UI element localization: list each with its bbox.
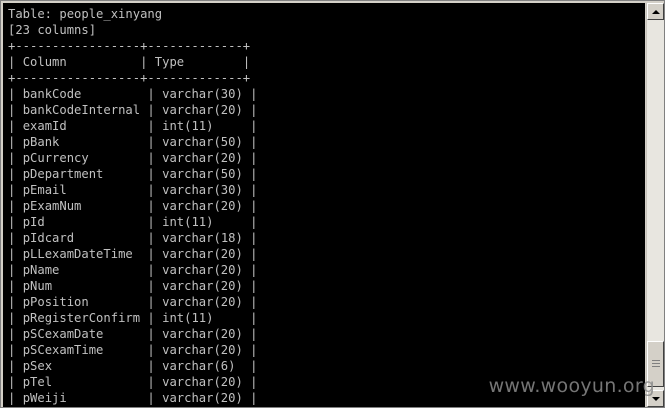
column-name-cell: pEmail (22, 183, 67, 197)
type-header: Type (154, 55, 185, 69)
column-name-cell: examId (22, 119, 67, 133)
table-row: | bankCode | varchar(30) | (8, 87, 258, 101)
table-row: | pDepartment | varchar(50) | (8, 167, 258, 181)
table-row: | pWeiji | varchar(20) | (8, 391, 258, 405)
arrow-up-icon (651, 9, 660, 14)
grip-line (652, 360, 660, 361)
column-type-cell: varchar(30) (162, 87, 243, 101)
table-row: | pLLexamDateTime | varchar(20) | (8, 247, 258, 261)
column-name-cell: pWeiji (22, 391, 67, 405)
column-type-cell: varchar(20) (162, 103, 243, 117)
column-name-cell: pName (22, 263, 60, 277)
table-row: | pRegisterConfirm | int(11) | (8, 311, 258, 325)
column-type-cell: int(11) (162, 119, 214, 133)
column-name-cell: pLLexamDateTime (22, 247, 133, 261)
table-row: | pCurrency | varchar(20) | (8, 151, 258, 165)
table-row: | pIdcard | varchar(18) | (8, 231, 258, 245)
table-row: | pEmail | varchar(30) | (8, 183, 258, 197)
column-type-cell: varchar(20) (162, 247, 243, 261)
column-type-cell: varchar(18) (162, 231, 243, 245)
column-type-cell: varchar(20) (162, 263, 243, 277)
table-row: | pExamNum | varchar(20) | (8, 199, 258, 213)
table-row: | pBank | varchar(50) | (8, 135, 258, 149)
column-type-cell: varchar(20) (162, 151, 243, 165)
table-row: | bankCodeInternal | varchar(20) | (8, 103, 258, 117)
column-header: Column (22, 55, 67, 69)
column-name-cell: pNum (22, 279, 53, 293)
column-type-cell: varchar(20) (162, 391, 243, 405)
column-name-cell: pExamNum (22, 199, 82, 213)
table-row: | pId | int(11) | (8, 215, 258, 229)
table-row: | pSex | varchar(6) | (8, 359, 258, 373)
column-type-cell: int(11) (162, 311, 214, 325)
table-border-top: +-----------------+-------------+ (8, 39, 251, 53)
table-row: | examId | int(11) | (8, 119, 258, 133)
column-name-cell: bankCodeInternal (22, 103, 141, 117)
column-name-cell: pSCexamTime (22, 343, 104, 357)
table-header-row: | Column | Type | (8, 55, 251, 69)
column-count-line: [23 columns] (8, 23, 97, 37)
column-type-cell: varchar(20) (162, 343, 243, 357)
column-name-cell: pDepartment (22, 167, 104, 181)
column-type-cell: varchar(20) (162, 199, 243, 213)
vertical-scrollbar[interactable] (646, 3, 664, 407)
column-type-cell: varchar(50) (162, 135, 243, 149)
column-type-cell: varchar(30) (162, 183, 243, 197)
column-type-cell: varchar(20) (162, 327, 243, 341)
column-name-cell: pSCexamDate (22, 327, 104, 341)
grip-line (652, 363, 660, 364)
column-name-cell: pIdcard (22, 231, 75, 245)
column-type-cell: varchar(20) (162, 279, 243, 293)
column-name-cell: pSex (22, 359, 53, 373)
table-row: | pNum | varchar(20) | (8, 279, 258, 293)
table-row: | pName | varchar(20) | (8, 263, 258, 277)
column-type-cell: int(11) (162, 215, 214, 229)
watermark: www.wooyun.org (488, 375, 655, 397)
table-row: | pSCexamDate | varchar(20) | (8, 327, 258, 341)
column-name-cell: pPosition (22, 295, 89, 309)
column-name-cell: bankCode (22, 87, 82, 101)
column-name-cell: pTel (22, 375, 53, 389)
column-type-cell: varchar(20) (162, 295, 243, 309)
column-type-cell: varchar(50) (162, 167, 243, 181)
table-name-line: Table: people_xinyang (8, 7, 163, 21)
arrow-down-icon (651, 396, 660, 401)
console-output[interactable]: Table: people_xinyang [23 columns] +----… (3, 3, 645, 407)
column-name-cell: pId (22, 215, 45, 229)
column-name-cell: pRegisterConfirm (22, 311, 141, 325)
column-name-cell: pCurrency (22, 151, 89, 165)
column-type-cell: varchar(20) (162, 375, 243, 389)
table-row: | pSCexamTime | varchar(20) | (8, 343, 258, 357)
console-window: Table: people_xinyang [23 columns] +----… (0, 0, 665, 408)
table-header-separator: +-----------------+-------------+ (8, 71, 251, 85)
column-name-cell: pBank (22, 135, 60, 149)
grip-line (652, 366, 660, 367)
table-row: | pPosition | varchar(20) | (8, 295, 258, 309)
table-row: | pTel | varchar(20) | (8, 375, 258, 389)
column-type-cell: varchar(6) (162, 359, 236, 373)
scroll-up-button[interactable] (647, 3, 664, 20)
